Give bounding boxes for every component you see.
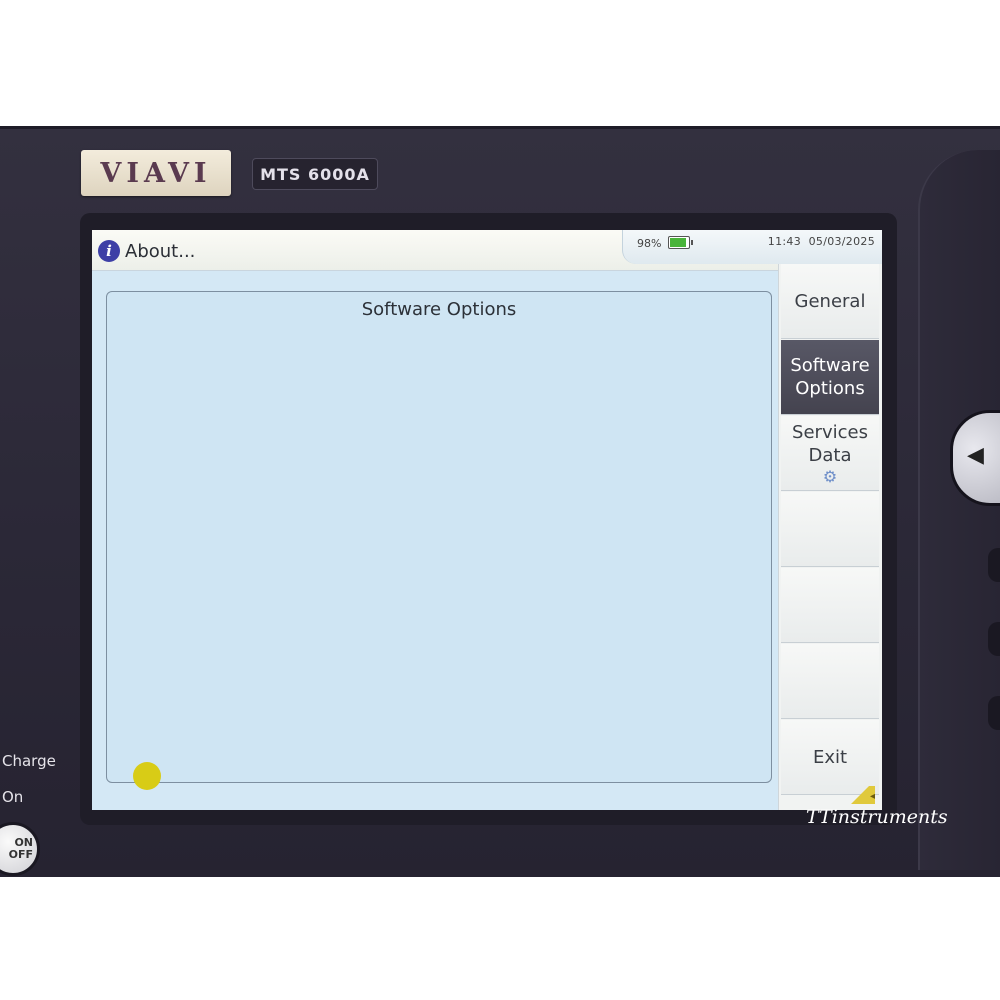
status-area: 98% 11:43 05/03/2025 (622, 230, 882, 264)
menu-empty-button-1[interactable] (781, 492, 879, 567)
side-hard-key-3[interactable] (988, 696, 1000, 730)
software-options-panel: Software Options (106, 291, 772, 790)
menu-services-data-button[interactable]: Services Data ⚙ (781, 416, 879, 491)
menu-software-options-button[interactable]: Software Options (781, 340, 879, 415)
brand-logo: VIAVI (81, 150, 231, 196)
status-indicator-dot (133, 762, 161, 790)
corner-back-icon[interactable]: ◂ (849, 786, 875, 804)
side-hard-key-1[interactable] (988, 548, 1000, 582)
clock-time: 11:43 (767, 235, 801, 248)
model-label: MTS 6000A (260, 164, 370, 184)
window-title: About... (125, 241, 196, 262)
menu-empty-button-3[interactable] (781, 644, 879, 719)
datetime: 11:43 05/03/2025 (768, 235, 875, 248)
menu-general-button[interactable]: General (781, 264, 879, 339)
device-side-panel (918, 150, 1000, 870)
left-arrow-icon: ◀ (967, 443, 984, 468)
clock-date: 05/03/2025 (808, 235, 875, 248)
menu-empty-button-2[interactable] (781, 568, 879, 643)
side-menu: General Software Options Services Data ⚙… (778, 264, 882, 810)
brand-logo-text: VIAVI (100, 157, 212, 189)
device-screen: i About... 98% 11:43 05/03/2025 Software… (92, 230, 882, 810)
watermark: TTinstruments (806, 806, 948, 828)
on-label: On (2, 788, 24, 806)
menu-exit-button[interactable]: Exit (781, 720, 879, 795)
info-icon: i (98, 240, 120, 262)
charge-label: Charge (2, 752, 56, 770)
services-data-icon: ⚙ (822, 467, 838, 486)
title-bar: i About... 98% 11:43 05/03/2025 (92, 230, 882, 271)
panel-title: Software Options (361, 299, 517, 320)
model-badge: MTS 6000A (252, 158, 378, 190)
battery-icon (668, 236, 693, 249)
content-area: Software Options (92, 271, 778, 810)
side-hard-key-2[interactable] (988, 622, 1000, 656)
battery-percent: 98% (637, 237, 662, 250)
